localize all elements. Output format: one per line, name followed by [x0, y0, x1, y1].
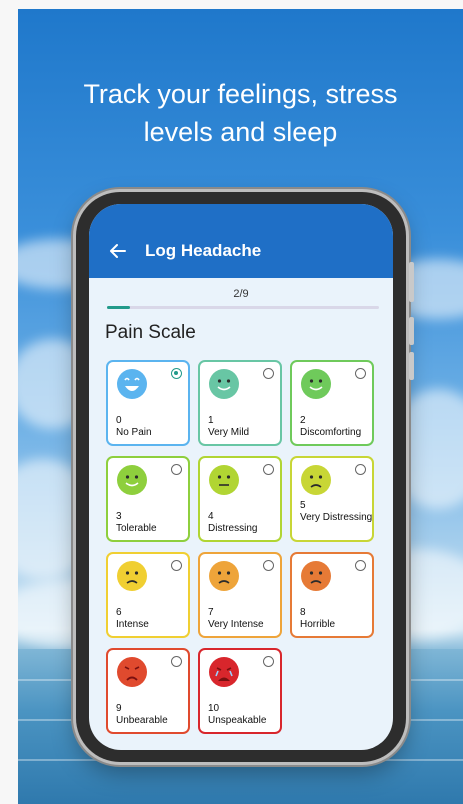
pain-label: Unbearable [116, 715, 168, 726]
pain-option-card[interactable]: 2 Discomforting [290, 360, 374, 446]
radio-button[interactable] [355, 368, 366, 379]
radio-button[interactable] [263, 656, 274, 667]
pain-option-card[interactable]: 6 Intense [106, 552, 190, 638]
pain-option-card[interactable]: 4 Distressing [198, 456, 282, 542]
phone-mockup: Log Headache 2/9 Pain Scale 0 No Pain 1 Ver… [76, 192, 414, 762]
pain-label: Distressing [208, 523, 258, 534]
phone-side-button [409, 352, 414, 380]
radio-button[interactable] [355, 464, 366, 475]
step-counter: 2/9 [233, 288, 249, 300]
pain-option-card[interactable]: 9 Unbearable [106, 648, 190, 734]
radio-button[interactable] [263, 560, 274, 571]
pain-option-card[interactable]: 5 Very Distressing [290, 456, 374, 542]
phone-screen: Log Headache 2/9 Pain Scale 0 No Pain 1 Ver… [89, 204, 393, 750]
frown-face-icon [117, 561, 147, 591]
neutral-face-icon [209, 465, 239, 495]
promo-background: Track your feelings, stress levels and s… [18, 9, 463, 804]
pain-label: Very Mild [208, 427, 250, 438]
pain-value: 5 [300, 500, 306, 511]
smile-face-icon [209, 369, 239, 399]
pain-value: 9 [116, 703, 122, 714]
radio-button[interactable] [171, 368, 182, 379]
radio-button[interactable] [263, 368, 274, 379]
crying-face-icon [209, 657, 239, 687]
pain-label: Intense [116, 619, 149, 630]
radio-button[interactable] [171, 464, 182, 475]
pain-label: No Pain [116, 427, 152, 438]
section-title: Pain Scale [105, 322, 196, 343]
pain-label: Very Intense [208, 619, 264, 630]
pain-option-card[interactable]: 7 Very Intense [198, 552, 282, 638]
radio-button[interactable] [171, 656, 182, 667]
pain-value: 6 [116, 607, 122, 618]
pain-option-card[interactable]: 0 No Pain [106, 360, 190, 446]
pain-option-card[interactable]: 1 Very Mild [198, 360, 282, 446]
promo-headline: Track your feelings, stress levels and s… [18, 75, 463, 151]
radio-button[interactable] [171, 560, 182, 571]
angry-face-icon [117, 657, 147, 687]
page-title: Log Headache [145, 241, 262, 260]
smile-face-icon [117, 465, 147, 495]
progress-fill [107, 306, 130, 309]
frown-face-icon [209, 561, 239, 591]
pain-value: 3 [116, 511, 122, 522]
pain-value: 7 [208, 607, 214, 618]
pain-label: Horrible [300, 619, 336, 630]
pain-label: Discomforting [300, 427, 362, 438]
smile-face-icon [301, 369, 331, 399]
headline-line-2: levels and sleep [143, 117, 338, 147]
frown-face-icon [301, 465, 331, 495]
progress-bar [107, 306, 379, 309]
pain-option-card[interactable]: 3 Tolerable [106, 456, 190, 542]
headline-line-1: Track your feelings, stress [83, 79, 398, 109]
phone-side-button [409, 317, 414, 345]
pain-value: 10 [208, 703, 220, 714]
radio-button[interactable] [355, 560, 366, 571]
pain-option-card[interactable]: 10 Unspeakable [198, 648, 282, 734]
frown-face-icon [301, 561, 331, 591]
pain-option-card[interactable]: 8 Horrible [290, 552, 374, 638]
pain-value: 0 [116, 415, 122, 426]
pain-value: 8 [300, 607, 306, 618]
phone-side-button [409, 262, 414, 302]
pain-value: 1 [208, 415, 214, 426]
pain-label: Unspeakable [208, 715, 267, 726]
pain-label: Tolerable [116, 523, 157, 534]
pain-value: 4 [208, 511, 214, 522]
app-bar: Log Headache [89, 204, 393, 278]
arrow-left-icon[interactable] [109, 242, 127, 260]
pain-value: 2 [300, 415, 306, 426]
pain-label: Very Distressing [300, 512, 373, 523]
radio-button[interactable] [263, 464, 274, 475]
laughing-face-icon [117, 369, 147, 399]
